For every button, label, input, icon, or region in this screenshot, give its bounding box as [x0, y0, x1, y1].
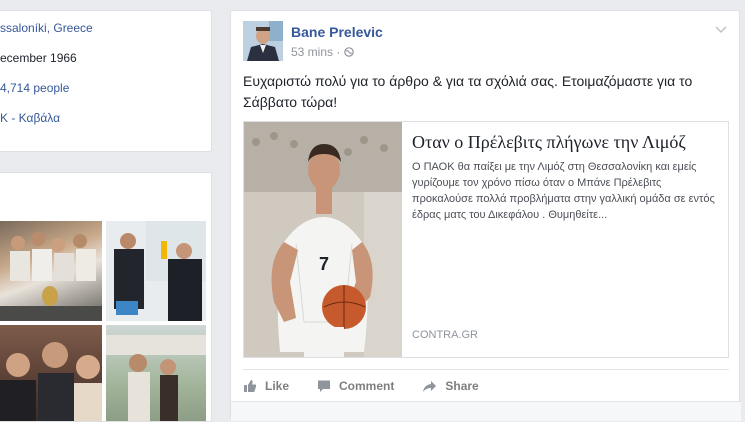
globe-icon[interactable]	[343, 46, 354, 60]
author-avatar[interactable]	[243, 21, 283, 61]
post-timestamp[interactable]: 53 mins	[291, 45, 333, 59]
post-meta: 53 mins ·	[291, 45, 354, 60]
intro-followers[interactable]: 4,714 people	[0, 81, 69, 95]
post-author[interactable]: Bane Prelevic	[291, 24, 383, 40]
post-actions: Like Comment Share	[243, 376, 479, 396]
photo-thumbnail[interactable]	[0, 221, 102, 321]
intro-card: ssaloníki, Greece ecember 1966 4,714 peo…	[0, 10, 212, 152]
comment-icon	[317, 379, 331, 393]
shared-link-title[interactable]: Οταν ο Πρέλεβιτς πλήγωνε την Λιμόζ	[412, 132, 686, 153]
intro-work[interactable]: K - Καβάλα	[0, 111, 60, 125]
photo-thumbnail[interactable]	[106, 221, 206, 321]
photos-card	[0, 172, 212, 422]
shared-link-body: Οταν ο Πρέλεβιτς πλήγωνε την Λιμόζ Ο ΠΑΟ…	[412, 122, 724, 357]
share-button[interactable]: Share	[422, 376, 479, 396]
post-text: Ευχαριστώ πολύ για το άρθρο & για τα σχό…	[243, 73, 693, 110]
actions-divider	[243, 369, 729, 370]
like-button[interactable]: Like	[243, 376, 289, 396]
intro-hometown[interactable]: ssaloníki, Greece	[0, 21, 93, 35]
meta-separator: ·	[336, 45, 341, 59]
shared-link-source: CONTRA.GR	[412, 329, 478, 341]
intro-birthday: ecember 1966	[0, 51, 77, 65]
comment-button[interactable]: Comment	[317, 376, 394, 396]
comment-label: Comment	[339, 379, 395, 393]
photo-thumbnail[interactable]	[0, 325, 102, 421]
shared-link-card[interactable]: 7 Οταν ο Πρέλεβιτς πλήγωνε την Λιμόζ Ο Π…	[243, 121, 729, 358]
share-arrow-icon	[422, 380, 437, 393]
shared-link-description: Ο ΠΑΟΚ θα παίξει με την Λιμόζ στη Θεσσαλ…	[412, 161, 715, 221]
chevron-down-icon[interactable]	[715, 23, 727, 37]
shared-link-image[interactable]: 7	[244, 122, 402, 357]
thumbs-up-icon	[243, 379, 257, 393]
jersey-number: 7	[319, 254, 329, 274]
share-label: Share	[445, 379, 479, 393]
feed-post: Bane Prelevic 53 mins · Ευχαριστώ πολύ γ…	[230, 10, 741, 421]
photo-thumbnail[interactable]	[106, 325, 206, 421]
like-label: Like	[265, 379, 290, 393]
comments-area	[231, 401, 741, 421]
